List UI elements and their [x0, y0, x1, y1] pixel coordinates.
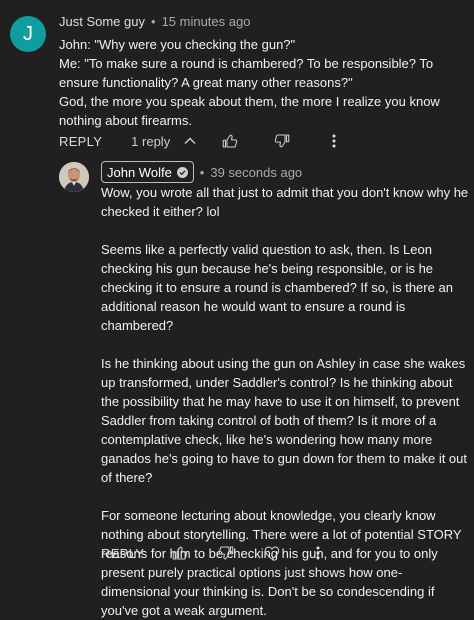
thumbs-down-icon[interactable]: [216, 543, 236, 563]
verified-check-icon: [176, 166, 188, 178]
parent-comment: J Just Some guy • 15 minutes ago John: "…: [0, 0, 474, 155]
reply-button[interactable]: REPLY: [101, 546, 144, 561]
comment-timestamp[interactable]: 15 minutes ago: [162, 14, 251, 29]
thumbs-up-icon[interactable]: [170, 543, 190, 563]
replies-count: 1 reply: [131, 133, 171, 149]
author-name: John Wolfe: [107, 164, 172, 180]
reply-paragraph: For someone lecturing about knowledge, y…: [101, 508, 462, 618]
avatar-portrait-icon: [59, 162, 89, 192]
meta-separator: •: [199, 164, 205, 180]
thumbs-up-icon[interactable]: [220, 131, 240, 151]
comment-text: John: "Why were you checking the gun?" M…: [59, 35, 469, 130]
chevron-up-icon: [180, 131, 200, 151]
author-name[interactable]: Just Some guy: [59, 14, 145, 29]
more-vert-icon[interactable]: [324, 131, 344, 151]
comment-actions: REPLY 1 reply: [59, 131, 344, 151]
comment-timestamp[interactable]: 39 seconds ago: [210, 165, 302, 180]
reply-paragraph: Seems like a perfectly valid question to…: [101, 242, 453, 333]
reply-paragraph: Is he thinking about using the gun on As…: [101, 356, 467, 485]
avatar[interactable]: J: [10, 16, 46, 52]
avatar-letter: J: [23, 22, 33, 45]
meta-separator: •: [151, 14, 156, 29]
replies-toggle[interactable]: 1 reply: [131, 131, 200, 151]
thumbs-down-icon[interactable]: [272, 131, 292, 151]
comment-paragraph: John: "Why were you checking the gun?" M…: [59, 37, 440, 128]
reply-button[interactable]: REPLY: [59, 134, 102, 149]
heart-icon[interactable]: [262, 543, 282, 563]
reply-paragraph: Wow, you wrote all that just to admit th…: [101, 185, 469, 219]
reply-meta: John Wolfe • 39 seconds ago: [101, 161, 302, 183]
more-vert-icon[interactable]: [308, 543, 328, 563]
reply-actions: REPLY: [101, 543, 328, 563]
comment-meta: Just Some guy • 15 minutes ago: [59, 14, 250, 29]
author-badge[interactable]: John Wolfe: [101, 161, 194, 183]
avatar[interactable]: [59, 162, 89, 192]
